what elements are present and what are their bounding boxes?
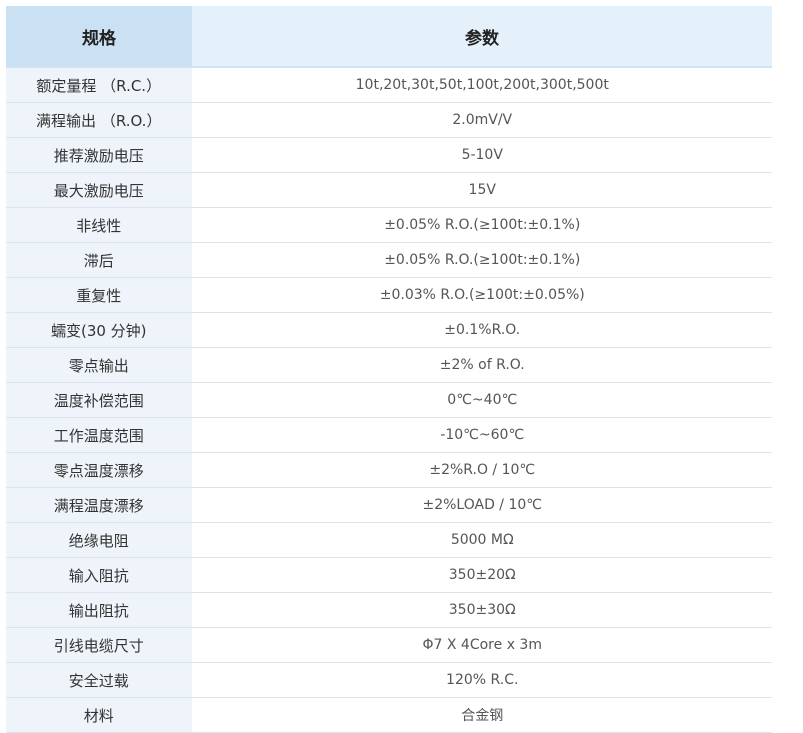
row-value: 5000 MΩ	[192, 522, 772, 558]
header-spec: 规格	[6, 6, 192, 68]
row-name: 额定量程 （R.C.）	[6, 67, 193, 103]
table-row: 最大激励电压 15V	[6, 172, 772, 208]
row-value: ±0.1%R.O.	[192, 312, 772, 348]
table-row: 满程温度漂移 ±2%LOAD / 10℃	[6, 487, 772, 523]
row-value: 120% R.C.	[192, 662, 772, 698]
row-value: Φ7 X 4Core x 3m	[192, 627, 772, 663]
row-name: 最大激励电压	[6, 172, 193, 208]
row-value: ±0.05% R.O.(≥100t:±0.1%)	[192, 242, 772, 278]
table-row: 引线电缆尺寸 Φ7 X 4Core x 3m	[6, 627, 772, 663]
spec-table-body: 额定量程 （R.C.） 10t,20t,30t,50t,100t,200t,30…	[6, 67, 772, 733]
row-value: 10t,20t,30t,50t,100t,200t,300t,500t	[192, 67, 772, 103]
row-name: 推荐激励电压	[6, 137, 193, 173]
row-name: 蠕变(30 分钟)	[6, 312, 193, 348]
row-name: 材料	[6, 697, 193, 733]
row-name: 安全过载	[6, 662, 193, 698]
row-name: 零点温度漂移	[6, 452, 193, 488]
row-value: -10℃~60℃	[192, 417, 772, 453]
row-value: ±2% of R.O.	[192, 347, 772, 383]
row-name: 引线电缆尺寸	[6, 627, 193, 663]
row-name: 满程输出 （R.O.）	[6, 102, 193, 138]
table-row: 输出阻抗 350±30Ω	[6, 592, 772, 628]
table-row: 额定量程 （R.C.） 10t,20t,30t,50t,100t,200t,30…	[6, 67, 772, 103]
row-name: 工作温度范围	[6, 417, 193, 453]
table-row: 蠕变(30 分钟) ±0.1%R.O.	[6, 312, 772, 348]
header-param: 参数	[192, 6, 772, 68]
table-row: 满程输出 （R.O.） 2.0mV/V	[6, 102, 772, 138]
row-value: 2.0mV/V	[192, 102, 772, 138]
row-value: 350±30Ω	[192, 592, 772, 628]
row-value: 15V	[192, 172, 772, 208]
table-row: 绝缘电阻 5000 MΩ	[6, 522, 772, 558]
row-name: 重复性	[6, 277, 193, 313]
row-name: 满程温度漂移	[6, 487, 193, 523]
row-name: 输入阻抗	[6, 557, 193, 593]
row-value: 350±20Ω	[192, 557, 772, 593]
table-row: 材料 合金钢	[6, 697, 772, 733]
table-row: 滞后 ±0.05% R.O.(≥100t:±0.1%)	[6, 242, 772, 278]
row-name: 非线性	[6, 207, 193, 243]
spec-table-header: 规格 参数	[6, 6, 772, 68]
row-value: 5-10V	[192, 137, 772, 173]
row-name: 滞后	[6, 242, 193, 278]
header-row: 规格 参数	[6, 6, 772, 68]
table-row: 推荐激励电压 5-10V	[6, 137, 772, 173]
row-value: 0℃~40℃	[192, 382, 772, 418]
table-row: 温度补偿范围 0℃~40℃	[6, 382, 772, 418]
row-value: 合金钢	[192, 697, 772, 733]
row-value: ±0.03% R.O.(≥100t:±0.05%)	[192, 277, 772, 313]
spec-table: 规格 参数 额定量程 （R.C.） 10t,20t,30t,50t,100t,2…	[6, 6, 772, 733]
table-row: 安全过载 120% R.C.	[6, 662, 772, 698]
row-name: 输出阻抗	[6, 592, 193, 628]
row-name: 温度补偿范围	[6, 382, 193, 418]
row-value: ±0.05% R.O.(≥100t:±0.1%)	[192, 207, 772, 243]
row-name: 零点输出	[6, 347, 193, 383]
table-row: 工作温度范围 -10℃~60℃	[6, 417, 772, 453]
row-name: 绝缘电阻	[6, 522, 193, 558]
table-row: 非线性 ±0.05% R.O.(≥100t:±0.1%)	[6, 207, 772, 243]
table-row: 重复性 ±0.03% R.O.(≥100t:±0.05%)	[6, 277, 772, 313]
row-value: ±2%R.O / 10℃	[192, 452, 772, 488]
table-row: 输入阻抗 350±20Ω	[6, 557, 772, 593]
table-row: 零点输出 ±2% of R.O.	[6, 347, 772, 383]
table-row: 零点温度漂移 ±2%R.O / 10℃	[6, 452, 772, 488]
row-value: ±2%LOAD / 10℃	[192, 487, 772, 523]
